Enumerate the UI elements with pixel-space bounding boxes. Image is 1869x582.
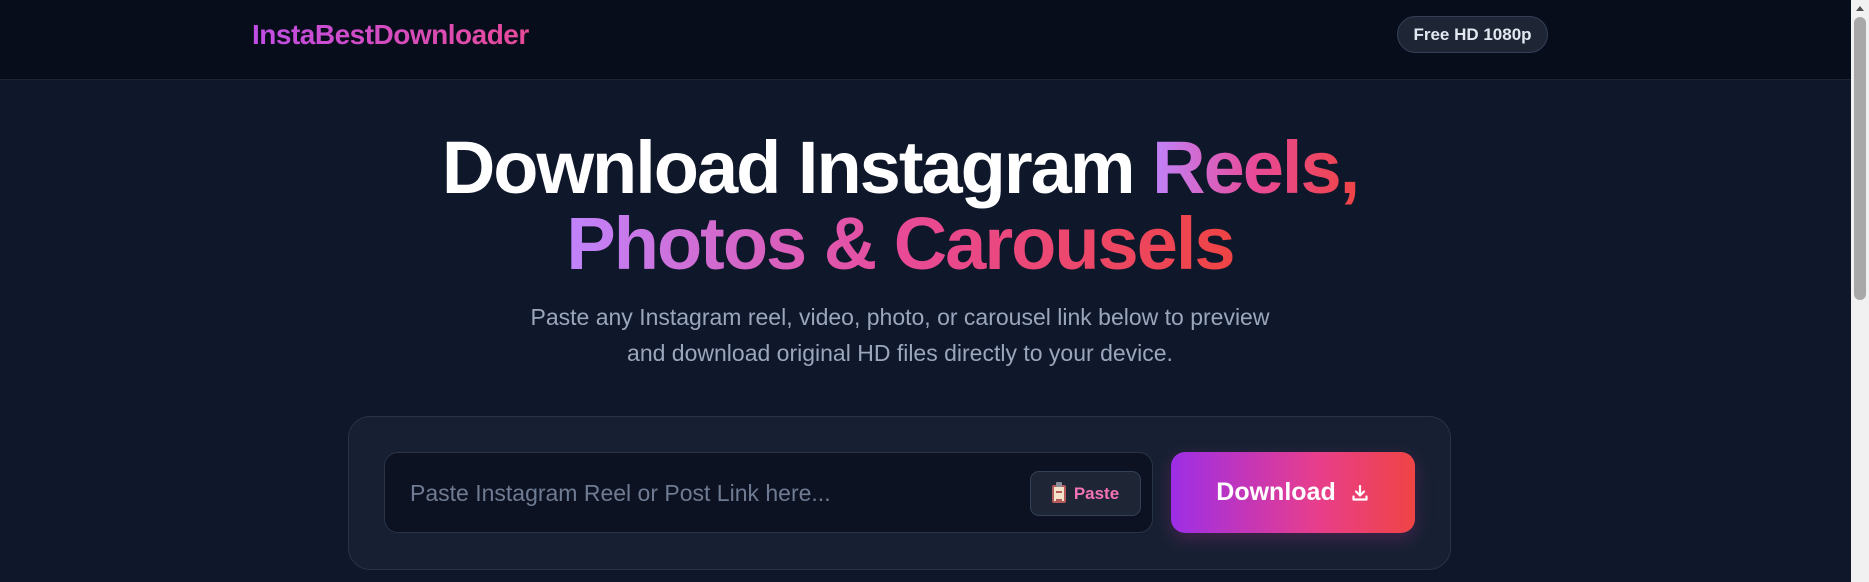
hero-subtitle-line-2: and download original HD files directly … (627, 340, 1173, 366)
hero-subtitle: Paste any Instagram reel, video, photo, … (460, 299, 1340, 371)
paste-button[interactable]: Paste (1030, 471, 1141, 516)
hd-badge: Free HD 1080p (1397, 16, 1548, 53)
clipboard-icon (1051, 481, 1066, 503)
download-button-label: Download (1216, 478, 1336, 506)
download-button[interactable]: Download (1171, 452, 1415, 533)
paste-button-label: Paste (1073, 483, 1120, 503)
brand-logo[interactable]: InstaBestDownloader (252, 17, 529, 53)
hero-title: Download Instagram Reels, Photos & Carous… (0, 130, 1800, 282)
link-input-wrapper: Paste (384, 452, 1153, 533)
hero-title-highlight-1: Reels, (1152, 126, 1360, 209)
hero-title-highlight-2: Photos & Carousels (566, 202, 1235, 285)
download-icon (1352, 484, 1368, 501)
hero-title-plain: Download Instagram (441, 126, 1153, 209)
link-input[interactable] (410, 473, 1010, 513)
page-scrollbar[interactable] (1851, 0, 1869, 582)
site-header: InstaBestDownloader Free HD 1080p (0, 0, 1851, 80)
scroll-up-arrow-icon[interactable] (1856, 6, 1864, 11)
hero-subtitle-line-1: Paste any Instagram reel, video, photo, … (530, 304, 1270, 330)
scrollbar-thumb[interactable] (1854, 17, 1866, 300)
